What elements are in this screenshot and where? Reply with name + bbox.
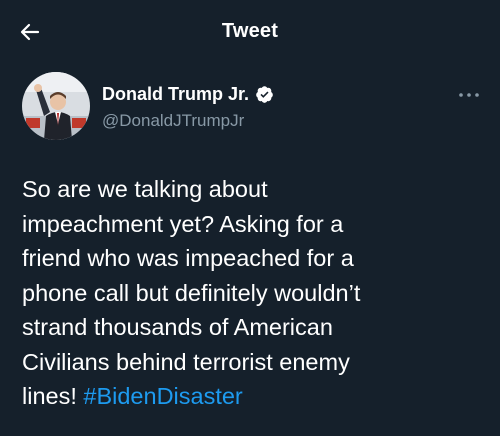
hashtag-link[interactable]: #BidenDisaster [83, 383, 242, 409]
author-handle[interactable]: @DonaldJTrumpJr [102, 111, 274, 131]
page-title: Tweet [221, 20, 279, 42]
author-names: Donald Trump Jr. @DonaldJTrumpJr [102, 84, 274, 131]
more-horizontal-icon [459, 93, 479, 97]
avatar-image [22, 72, 90, 140]
display-name: Donald Trump Jr. [102, 84, 250, 104]
tweet-body: So are we talking about impeachment yet?… [22, 176, 361, 409]
top-bar: Tweet [0, 0, 500, 64]
more-options-button[interactable] [456, 88, 482, 102]
verified-badge-icon [256, 86, 273, 103]
avatar[interactable] [22, 72, 90, 140]
tweet-text: So are we talking about impeachment yet?… [22, 172, 492, 414]
tweet-author: Donald Trump Jr. @DonaldJTrumpJr [22, 72, 482, 144]
tweet-detail-screen: Tweet Donald Trump Jr. @DonaldJTrumpJr S… [0, 0, 500, 436]
display-name-row[interactable]: Donald Trump Jr. [102, 84, 274, 105]
